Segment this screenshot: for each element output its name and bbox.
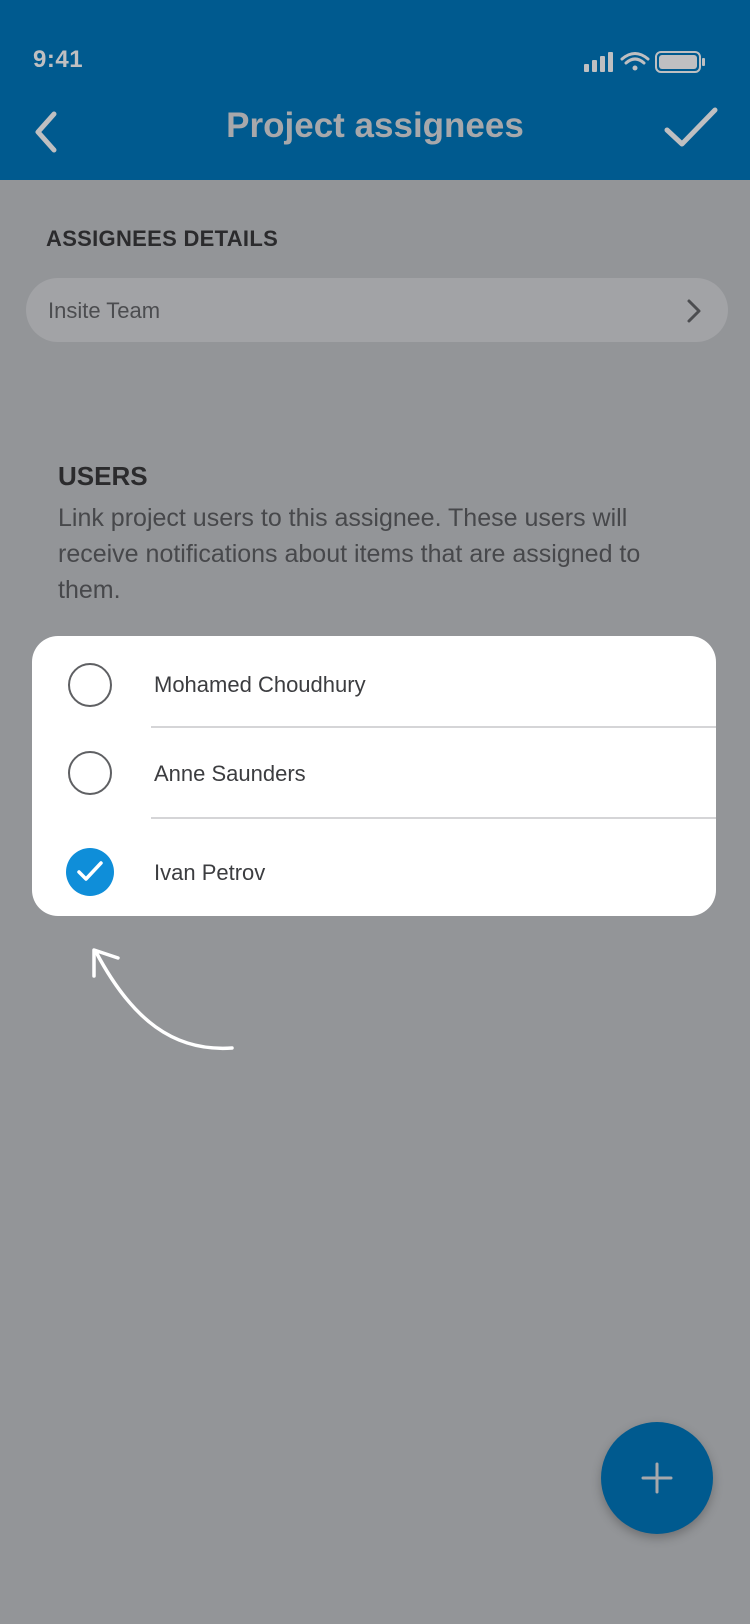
user-name: Anne Saunders: [154, 761, 306, 786]
checkmark-icon: [664, 107, 718, 147]
user-row-mohamed-choudhury[interactable]: Mohamed Choudhury: [32, 636, 716, 726]
app-header: 9:41 Project assignees: [0, 0, 750, 180]
users-description: Link project users to this assignee. The…: [58, 504, 641, 604]
assignee-details-label: ASSIGNEES DETAILS: [46, 226, 279, 251]
user-list: Mohamed Choudhury Anne Saunders Ivan Pet…: [32, 636, 716, 916]
radio-checked-icon[interactable]: [66, 848, 114, 896]
radio-unchecked-icon[interactable]: [68, 663, 112, 707]
wifi-icon: [620, 52, 650, 71]
plus-icon: [641, 1462, 673, 1494]
user-name: Ivan Petrov: [154, 860, 266, 885]
user-row-ivan-petrov[interactable]: Ivan Petrov: [32, 818, 716, 916]
radio-unchecked-icon[interactable]: [68, 751, 112, 795]
assignee-team-row[interactable]: Insite Team: [26, 278, 728, 342]
user-name: Mohamed Choudhury: [154, 672, 366, 697]
page-title: Project assignees: [226, 106, 524, 145]
cellular-signal-icon: [584, 52, 613, 72]
curved-arrow-icon: [92, 948, 234, 1051]
user-row-anne-saunders[interactable]: Anne Saunders: [32, 727, 716, 817]
battery-icon: [655, 51, 705, 73]
status-icons: [584, 51, 705, 73]
status-time: 9:41: [33, 46, 84, 73]
confirm-button[interactable]: [664, 106, 718, 154]
chevron-right-icon: [687, 299, 701, 323]
checkmark-icon: [77, 861, 103, 881]
users-heading: USERS: [58, 461, 148, 491]
add-user-button[interactable]: [601, 1422, 713, 1534]
assignee-team-name: Insite Team: [48, 298, 161, 323]
